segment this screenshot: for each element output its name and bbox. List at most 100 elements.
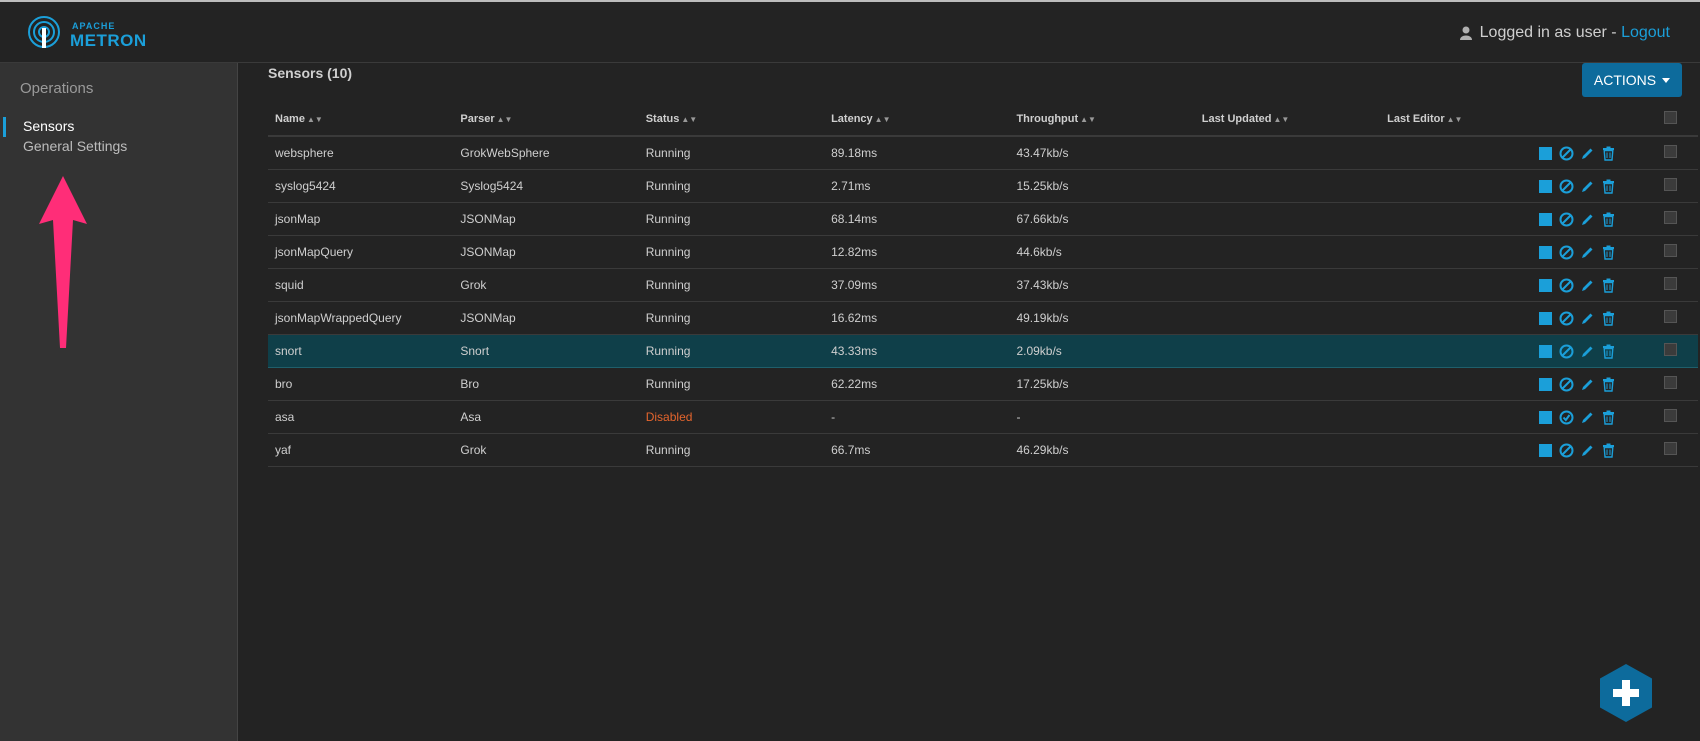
pencil-icon[interactable] <box>1580 410 1595 425</box>
row-checkbox[interactable] <box>1663 145 1677 158</box>
sort-icon: ▲▼ <box>1446 115 1463 124</box>
row-actions <box>1496 202 1643 236</box>
row-checkbox[interactable] <box>1663 343 1677 356</box>
sensor-parser: JSONMap <box>453 301 639 335</box>
trash-icon[interactable] <box>1601 311 1616 326</box>
table-row[interactable]: squid Grok Running 37.09ms 37.43kb/s <box>268 268 1698 302</box>
stop-icon[interactable] <box>1538 278 1553 293</box>
sidebar-item-general-settings[interactable]: General Settings <box>23 138 127 154</box>
stop-icon[interactable] <box>1538 245 1553 260</box>
sensor-last-updated <box>1194 268 1381 302</box>
table-row[interactable]: asa Asa Disabled - - <box>268 400 1698 434</box>
stop-icon[interactable] <box>1538 344 1553 359</box>
pencil-icon[interactable] <box>1580 245 1595 260</box>
row-checkbox[interactable] <box>1663 376 1677 389</box>
trash-icon[interactable] <box>1601 377 1616 392</box>
pencil-icon[interactable] <box>1580 179 1595 194</box>
actions-button[interactable]: ACTIONS <box>1582 63 1682 97</box>
column-header-last-editor[interactable]: Last Editor ▲▼ <box>1380 103 1497 137</box>
add-sensor-button[interactable] <box>1600 664 1652 722</box>
stop-icon[interactable] <box>1538 146 1553 161</box>
pencil-icon[interactable] <box>1580 377 1595 392</box>
ban-icon[interactable] <box>1559 443 1574 458</box>
table-row[interactable]: snort Snort Running 43.33ms 2.09kb/s <box>268 334 1698 368</box>
row-actions <box>1496 268 1643 302</box>
stop-icon[interactable] <box>1538 443 1553 458</box>
column-header-last-updated[interactable]: Last Updated ▲▼ <box>1194 103 1381 137</box>
column-header-parser[interactable]: Parser ▲▼ <box>453 103 639 137</box>
ban-icon[interactable] <box>1559 212 1574 227</box>
row-checkbox[interactable] <box>1663 244 1677 257</box>
ban-icon[interactable] <box>1559 146 1574 161</box>
ban-icon[interactable] <box>1559 377 1574 392</box>
table-row[interactable]: jsonMapQuery JSONMap Running 12.82ms 44.6kb/… <box>268 235 1698 269</box>
pencil-icon[interactable] <box>1580 344 1595 359</box>
column-header-throughput[interactable]: Throughput ▲▼ <box>1009 103 1195 137</box>
trash-icon[interactable] <box>1601 278 1616 293</box>
check-circle-icon[interactable] <box>1559 410 1574 425</box>
pencil-icon[interactable] <box>1580 146 1595 161</box>
ban-icon[interactable] <box>1559 278 1574 293</box>
trash-icon[interactable] <box>1601 410 1616 425</box>
ban-icon[interactable] <box>1559 245 1574 260</box>
page-title: Sensors (10) <box>268 65 353 81</box>
row-checkbox[interactable] <box>1663 211 1677 224</box>
row-checkbox[interactable] <box>1663 409 1677 422</box>
sort-icon: ▲▼ <box>874 115 891 124</box>
ban-icon[interactable] <box>1559 179 1574 194</box>
table-row[interactable]: jsonMapWrappedQuery JSONMap Running 16.62ms… <box>268 301 1698 335</box>
sensor-parser: GrokWebSphere <box>453 136 639 170</box>
pencil-icon[interactable] <box>1580 311 1595 326</box>
select-all-checkbox[interactable] <box>1663 111 1677 124</box>
ban-icon[interactable] <box>1559 311 1574 326</box>
row-select <box>1642 202 1698 236</box>
trash-icon[interactable] <box>1601 146 1616 161</box>
annotation-arrow-icon <box>39 176 87 348</box>
row-checkbox[interactable] <box>1663 442 1677 455</box>
stop-icon[interactable] <box>1538 212 1553 227</box>
sensor-last-updated <box>1194 433 1381 467</box>
sensor-latency: 2.71ms <box>824 169 1010 203</box>
pencil-icon[interactable] <box>1580 212 1595 227</box>
row-actions <box>1496 169 1643 203</box>
column-header-status[interactable]: Status ▲▼ <box>638 103 825 137</box>
sensor-last-editor <box>1380 400 1497 434</box>
sensor-name: asa <box>268 400 454 434</box>
sensor-last-editor <box>1380 334 1497 368</box>
pencil-icon[interactable] <box>1580 278 1595 293</box>
ban-icon[interactable] <box>1559 344 1574 359</box>
sensor-status: Running <box>638 136 825 170</box>
pencil-icon[interactable] <box>1580 443 1595 458</box>
table-row[interactable]: bro Bro Running 62.22ms 17.25kb/s <box>268 367 1698 401</box>
row-checkbox[interactable] <box>1663 178 1677 191</box>
column-header-name[interactable]: Name ▲▼ <box>268 103 454 137</box>
actions-label: ACTIONS <box>1593 72 1657 88</box>
row-checkbox[interactable] <box>1663 277 1677 290</box>
sensor-last-editor <box>1380 367 1497 401</box>
row-select <box>1642 400 1698 434</box>
sensor-throughput: 49.19kb/s <box>1009 301 1195 335</box>
sensor-status: Running <box>638 301 825 335</box>
sidebar-item-sensors[interactable]: Sensors <box>23 118 74 134</box>
trash-icon[interactable] <box>1601 344 1616 359</box>
user-status: Logged in as user - Logout <box>1459 24 1670 42</box>
trash-icon[interactable] <box>1601 245 1616 260</box>
trash-icon[interactable] <box>1601 212 1616 227</box>
sensor-parser: Bro <box>453 367 639 401</box>
stop-icon[interactable] <box>1538 410 1553 425</box>
table-row[interactable]: jsonMap JSONMap Running 68.14ms 67.66kb/s <box>268 202 1698 236</box>
trash-icon[interactable] <box>1601 443 1616 458</box>
stop-icon[interactable] <box>1538 377 1553 392</box>
logout-link[interactable]: Logout <box>1621 24 1670 41</box>
row-checkbox[interactable] <box>1663 310 1677 323</box>
stop-icon[interactable] <box>1538 179 1553 194</box>
table-row[interactable]: syslog5424 Syslog5424 Running 2.71ms 15.25kb… <box>268 169 1698 203</box>
column-header-latency[interactable]: Latency ▲▼ <box>824 103 1010 137</box>
trash-icon[interactable] <box>1601 179 1616 194</box>
metron-logo[interactable]: APACHE METRON <box>28 14 148 54</box>
stop-icon[interactable] <box>1538 311 1553 326</box>
sensor-name: jsonMapWrappedQuery <box>268 301 454 335</box>
sensor-name: bro <box>268 367 454 401</box>
table-row[interactable]: websphere GrokWebSphere Running 89.18ms 43.4… <box>268 136 1698 170</box>
table-row[interactable]: yaf Grok Running 66.7ms 46.29kb/s <box>268 433 1698 467</box>
